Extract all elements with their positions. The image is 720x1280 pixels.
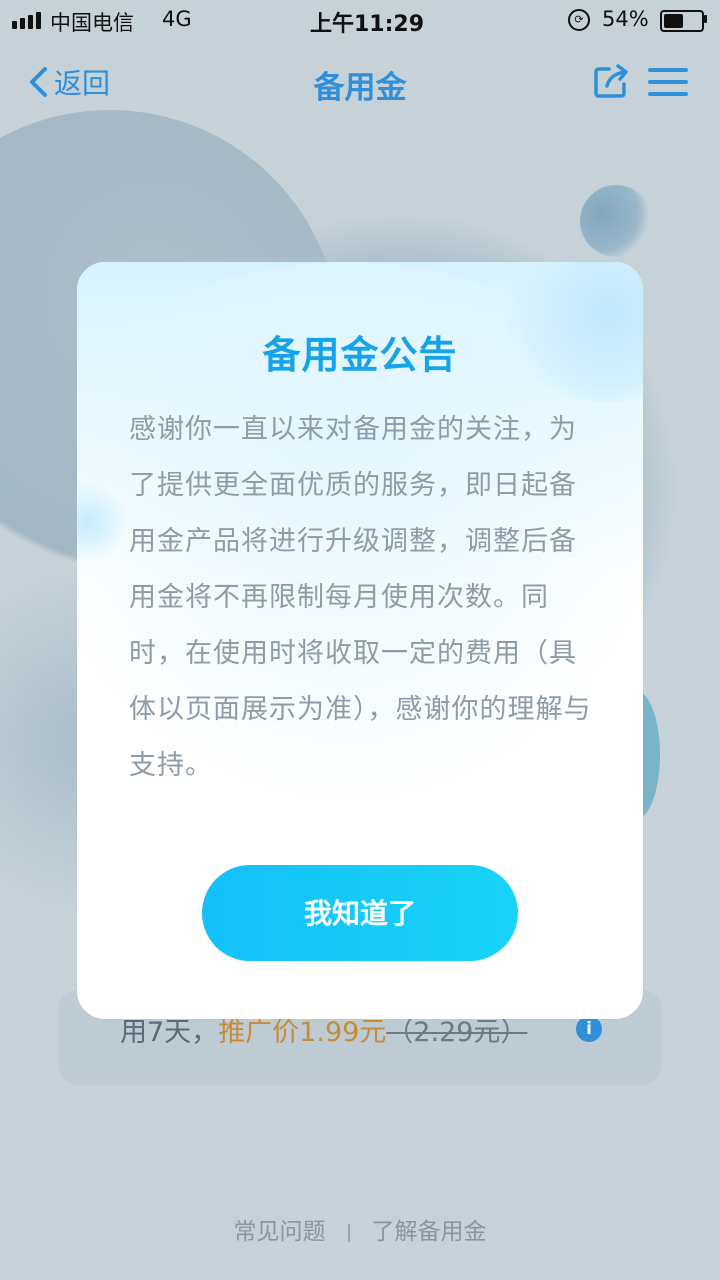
promo-original-price: （2.29元）	[386, 1017, 528, 1048]
info-icon[interactable]: i	[576, 1016, 602, 1042]
status-bar: 中国电信 4G 上午11:29 ⟳ 54%	[0, 0, 720, 40]
carrier-name: 中国电信	[50, 11, 134, 35]
network-type: 4G	[162, 7, 192, 31]
battery-cap	[704, 15, 707, 23]
rotation-lock-icon: ⟳	[568, 9, 590, 31]
nav-bar: 返回 备用金	[0, 50, 720, 110]
about-link[interactable]: 了解备用金	[372, 1219, 487, 1245]
battery-fill	[664, 14, 684, 28]
dialog-message: 感谢你一直以来对备用金的关注，为了提供更全面优质的服务，即日起备用金产品将进行升…	[129, 414, 592, 781]
acknowledge-button[interactable]: 我知道了	[202, 865, 518, 961]
promo-prefix: 用7天，	[120, 1017, 219, 1048]
share-icon[interactable]	[594, 64, 630, 98]
decor-circle	[580, 185, 652, 257]
menu-icon[interactable]	[648, 68, 688, 104]
footer-links: 常见问题 了解备用金	[0, 1212, 720, 1246]
announcement-dialog: 备用金公告 感谢你一直以来对备用金的关注，为了提供更全面优质的服务，即日起备用金…	[77, 262, 643, 1019]
signal-icon	[12, 12, 41, 29]
battery-icon	[660, 10, 704, 32]
status-time: 上午11:29	[310, 12, 425, 37]
dialog-title: 备用金公告	[262, 333, 458, 377]
promo-price: 推广价1.99元	[218, 1017, 387, 1048]
battery-percent: 54%	[602, 7, 649, 31]
footer-divider	[347, 1223, 350, 1242]
faq-link[interactable]: 常见问题	[234, 1219, 326, 1245]
